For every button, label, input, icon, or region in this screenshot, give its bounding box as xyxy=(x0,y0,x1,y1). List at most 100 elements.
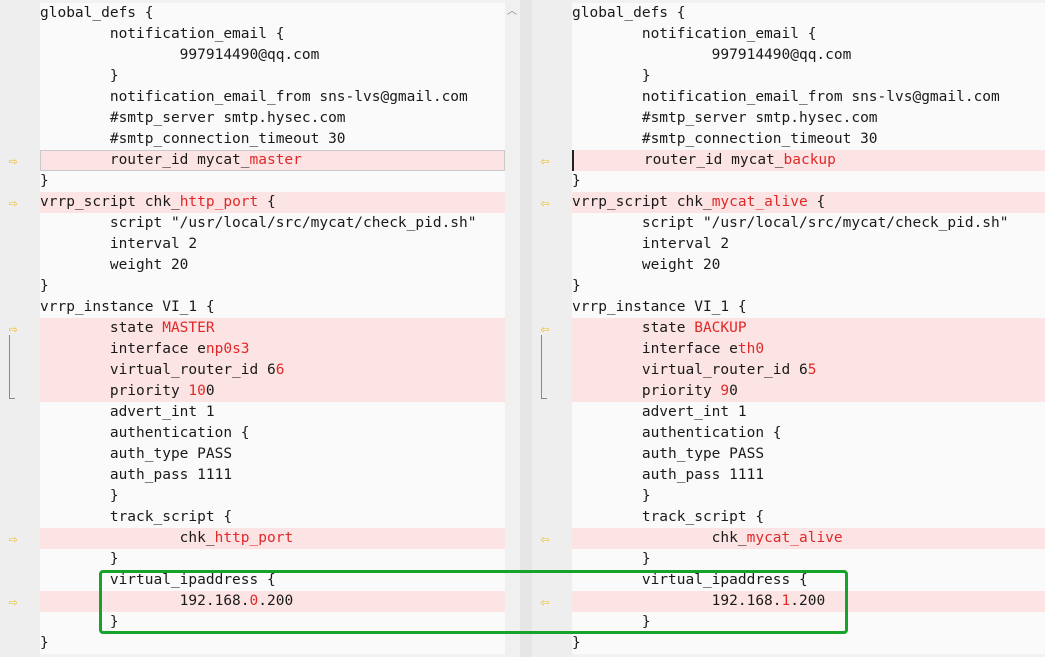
code-line[interactable]: } xyxy=(572,612,1045,633)
code-line[interactable]: } xyxy=(40,486,505,507)
code-line[interactable]: weight 20 xyxy=(40,255,505,276)
code-line[interactable]: interface eth0 xyxy=(572,339,1045,360)
code-line[interactable]: } xyxy=(572,633,1045,654)
code-line[interactable]: advert_int 1 xyxy=(572,402,1045,423)
code-text: priority xyxy=(572,383,721,399)
code-line[interactable]: #smtp_connection_timeout 30 xyxy=(572,129,1045,150)
code-text: } xyxy=(40,68,119,84)
code-text: } xyxy=(40,551,119,567)
diff-highlight-text: 6 xyxy=(275,362,285,378)
copy-left-arrow-icon[interactable]: ⇦ xyxy=(536,154,554,169)
code-line[interactable]: virtual_router_id 65 xyxy=(572,360,1045,381)
code-line[interactable]: weight 20 xyxy=(572,255,1045,276)
code-line[interactable]: notification_email { xyxy=(572,24,1045,45)
code-text: } xyxy=(40,173,49,189)
code-text: notification_email_from sns-lvs@gmail.co… xyxy=(572,89,1000,105)
code-line[interactable]: } xyxy=(40,171,505,192)
code-line[interactable]: 997914490@qq.com xyxy=(40,45,505,66)
code-line[interactable]: } xyxy=(40,612,505,633)
code-line[interactable]: priority 100 xyxy=(40,381,505,402)
copy-left-arrow-icon[interactable]: ⇦ xyxy=(536,196,554,211)
code-text-suffix: .200 xyxy=(790,593,826,609)
code-line[interactable]: state MASTER xyxy=(40,318,505,339)
right-code-view[interactable]: global_defs { notification_email { 99791… xyxy=(572,3,1045,654)
code-line[interactable]: } xyxy=(572,549,1045,570)
scroll-up-icon[interactable]: ︿ xyxy=(507,7,517,17)
diff-highlight-text: backup xyxy=(783,152,836,168)
code-line[interactable]: track_script { xyxy=(572,507,1045,528)
code-line[interactable]: virtual_router_id 66 xyxy=(40,360,505,381)
code-line[interactable]: virtual_ipaddress { xyxy=(40,570,505,591)
copy-left-arrow-icon[interactable]: ⇦ xyxy=(536,322,554,337)
code-line[interactable]: 997914490@qq.com xyxy=(572,45,1045,66)
code-text: advert_int 1 xyxy=(40,404,215,420)
code-line[interactable]: } xyxy=(40,276,505,297)
code-line[interactable]: } xyxy=(572,171,1045,192)
code-line[interactable]: global_defs { xyxy=(572,3,1045,24)
copy-left-arrow-icon[interactable]: ⇦ xyxy=(536,532,554,547)
left-compare-pane[interactable]: ⇨ ⇨ ⇨ ⇨ ⇨ global_defs { notification_email {… xyxy=(0,0,520,657)
code-line[interactable]: notification_email_from sns-lvs@gmail.co… xyxy=(572,87,1045,108)
code-line[interactable]: #smtp_server smtp.hysec.com xyxy=(40,108,505,129)
code-text: } xyxy=(572,551,651,567)
code-line[interactable]: virtual_ipaddress { xyxy=(572,570,1045,591)
code-line[interactable]: auth_type PASS xyxy=(572,444,1045,465)
code-line[interactable]: } xyxy=(572,276,1045,297)
code-line[interactable]: } xyxy=(572,486,1045,507)
code-text: #smtp_connection_timeout 30 xyxy=(572,131,878,147)
code-line[interactable]: router_id mycat_master xyxy=(40,150,505,171)
code-line[interactable]: authentication { xyxy=(40,423,505,444)
code-line[interactable]: state BACKUP xyxy=(572,318,1045,339)
copy-right-arrow-icon[interactable]: ⇨ xyxy=(4,196,22,211)
code-line[interactable]: vrrp_script chk_mycat_alive { xyxy=(572,192,1045,213)
diff-highlight-text: master xyxy=(249,152,302,168)
code-line[interactable]: } xyxy=(572,66,1045,87)
code-line[interactable]: chk_mycat_alive xyxy=(572,528,1045,549)
code-text: script "/usr/local/src/mycat/check_pid.s… xyxy=(572,215,1009,231)
code-line[interactable]: auth_pass 1111 xyxy=(572,465,1045,486)
code-line[interactable]: auth_type PASS xyxy=(40,444,505,465)
code-line[interactable]: #smtp_server smtp.hysec.com xyxy=(572,108,1045,129)
diff-highlight-text: http_port xyxy=(179,194,259,210)
code-line[interactable]: interval 2 xyxy=(40,234,505,255)
code-line[interactable]: global_defs { xyxy=(40,3,505,24)
diff-highlight-text: 10 xyxy=(188,383,206,399)
left-scrollbar[interactable]: ︿ xyxy=(505,0,520,657)
code-text: interface e xyxy=(40,341,206,357)
code-line[interactable]: priority 90 xyxy=(572,381,1045,402)
copy-right-arrow-icon[interactable]: ⇨ xyxy=(4,154,22,169)
copy-left-arrow-icon[interactable]: ⇦ xyxy=(536,595,554,610)
code-line[interactable]: authentication { xyxy=(572,423,1045,444)
code-text: global_defs { xyxy=(40,5,154,21)
code-line[interactable]: track_script { xyxy=(40,507,505,528)
code-line[interactable]: auth_pass 1111 xyxy=(40,465,505,486)
code-line[interactable]: router_id mycat_backup xyxy=(572,150,1045,171)
copy-right-arrow-icon[interactable]: ⇨ xyxy=(4,532,22,547)
copy-right-arrow-icon[interactable]: ⇨ xyxy=(4,322,22,337)
code-line[interactable]: script "/usr/local/src/mycat/check_pid.s… xyxy=(572,213,1045,234)
code-line[interactable]: notification_email_from sns-lvs@gmail.co… xyxy=(40,87,505,108)
code-text: authentication { xyxy=(572,425,782,441)
code-line[interactable]: #smtp_connection_timeout 30 xyxy=(40,129,505,150)
code-line[interactable]: script "/usr/local/src/mycat/check_pid.s… xyxy=(40,213,505,234)
code-line[interactable]: advert_int 1 xyxy=(40,402,505,423)
code-line[interactable]: notification_email { xyxy=(40,24,505,45)
code-line[interactable]: } xyxy=(40,549,505,570)
code-line[interactable]: } xyxy=(40,66,505,87)
code-text: interval 2 xyxy=(40,236,198,252)
code-line[interactable]: vrrp_script chk_http_port { xyxy=(40,192,505,213)
code-line[interactable]: vrrp_instance VI_1 { xyxy=(40,297,505,318)
code-text: advert_int 1 xyxy=(572,404,747,420)
code-line[interactable]: 192.168.1.200 xyxy=(572,591,1045,612)
code-line[interactable]: } xyxy=(40,633,505,654)
left-code-view[interactable]: global_defs { notification_email { 99791… xyxy=(40,3,505,654)
code-line[interactable]: vrrp_instance VI_1 { xyxy=(572,297,1045,318)
right-compare-pane[interactable]: ⇦ ⇦ ⇦ ⇦ ⇦ global_defs { notification_email {… xyxy=(532,0,1045,657)
code-text: auth_type PASS xyxy=(572,446,765,462)
pane-splitter[interactable] xyxy=(520,0,532,657)
code-line[interactable]: 192.168.0.200 xyxy=(40,591,505,612)
code-line[interactable]: interface enp0s3 xyxy=(40,339,505,360)
code-line[interactable]: chk_http_port xyxy=(40,528,505,549)
copy-right-arrow-icon[interactable]: ⇨ xyxy=(4,595,22,610)
code-line[interactable]: interval 2 xyxy=(572,234,1045,255)
